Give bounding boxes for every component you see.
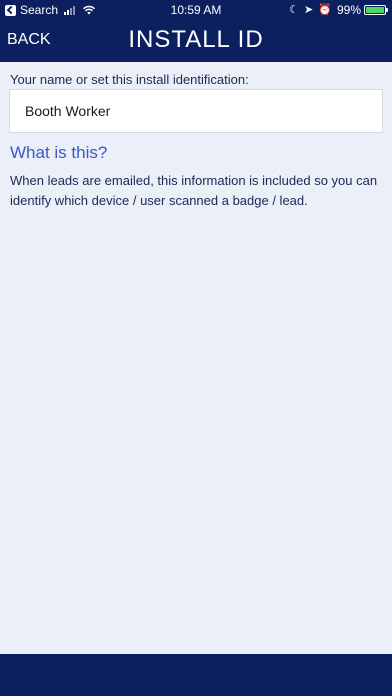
status-right: ☾ ➤ ⏰ 99% — [289, 3, 388, 17]
battery-percent: 99% — [336, 3, 361, 17]
nav-bar: BACK INSTALL ID — [0, 20, 392, 62]
battery-icon — [364, 5, 388, 15]
help-heading: What is this? — [10, 143, 108, 162]
bottom-bar — [0, 654, 392, 696]
install-id-input[interactable] — [9, 89, 383, 133]
alarm-icon: ⏰ — [318, 4, 332, 16]
battery-fill — [366, 7, 384, 13]
location-icon: ➤ — [304, 4, 314, 16]
status-bar: Search 10:59 AM ☾ ➤ ⏰ 99% — [0, 0, 392, 20]
install-id-label: Your name or set this install identifica… — [10, 72, 249, 87]
help-text: When leads are emailed, this information… — [10, 173, 378, 208]
moon-icon: ☾ — [289, 4, 300, 16]
page-title: INSTALL ID — [128, 26, 264, 53]
